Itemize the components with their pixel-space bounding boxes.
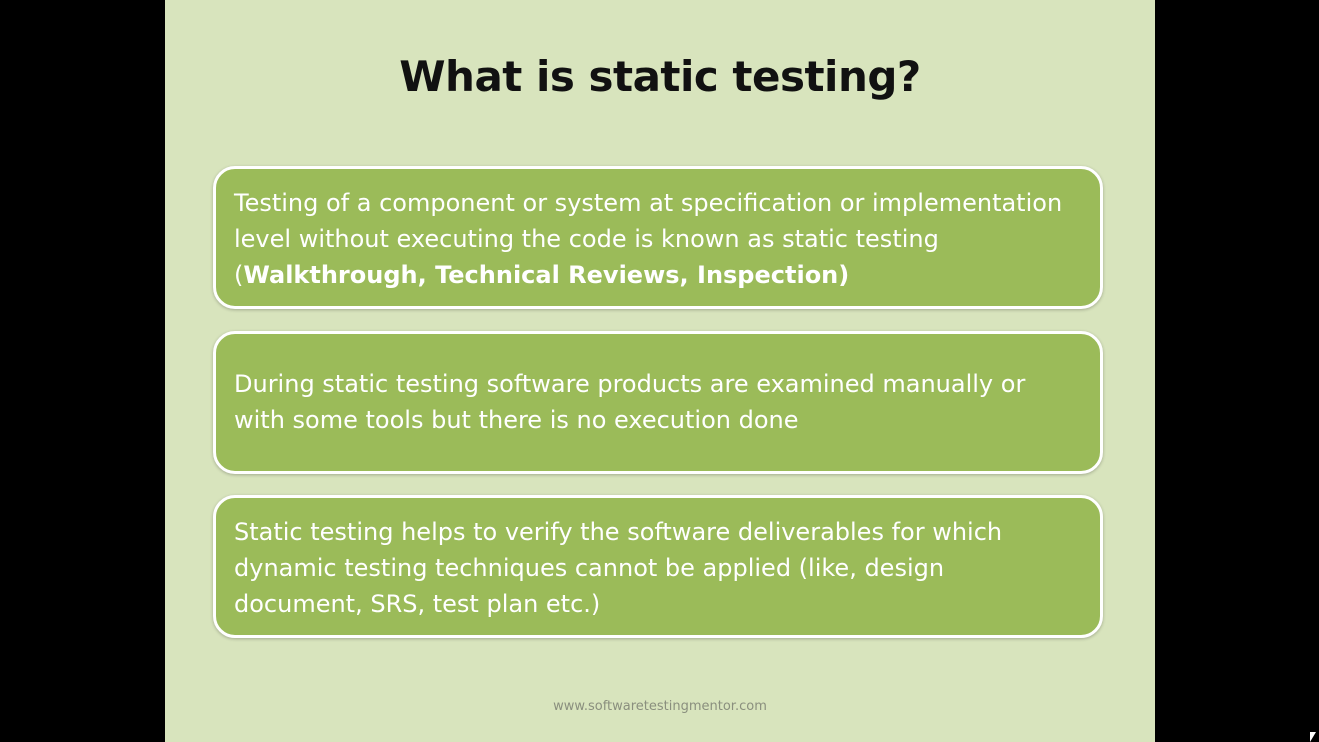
presentation-slide: What is static testing? Testing of a com… bbox=[165, 0, 1155, 742]
slide-title: What is static testing? bbox=[399, 52, 921, 101]
manual-examination-text: During static testing software products … bbox=[234, 370, 1026, 434]
footer-url: www.softwaretestingmentor.com bbox=[553, 699, 767, 714]
manual-examination-box: During static testing software products … bbox=[213, 331, 1103, 474]
video-frame: What is static testing? Testing of a com… bbox=[0, 0, 1319, 742]
definition-box: Testing of a component or system at spec… bbox=[213, 166, 1103, 309]
verification-box: Static testing helps to verify the softw… bbox=[213, 495, 1103, 638]
mouse-cursor-icon bbox=[1310, 732, 1316, 742]
definition-examples: Walkthrough, Technical Reviews, Inspecti… bbox=[243, 261, 850, 289]
verification-text: Static testing helps to verify the softw… bbox=[234, 518, 1003, 618]
